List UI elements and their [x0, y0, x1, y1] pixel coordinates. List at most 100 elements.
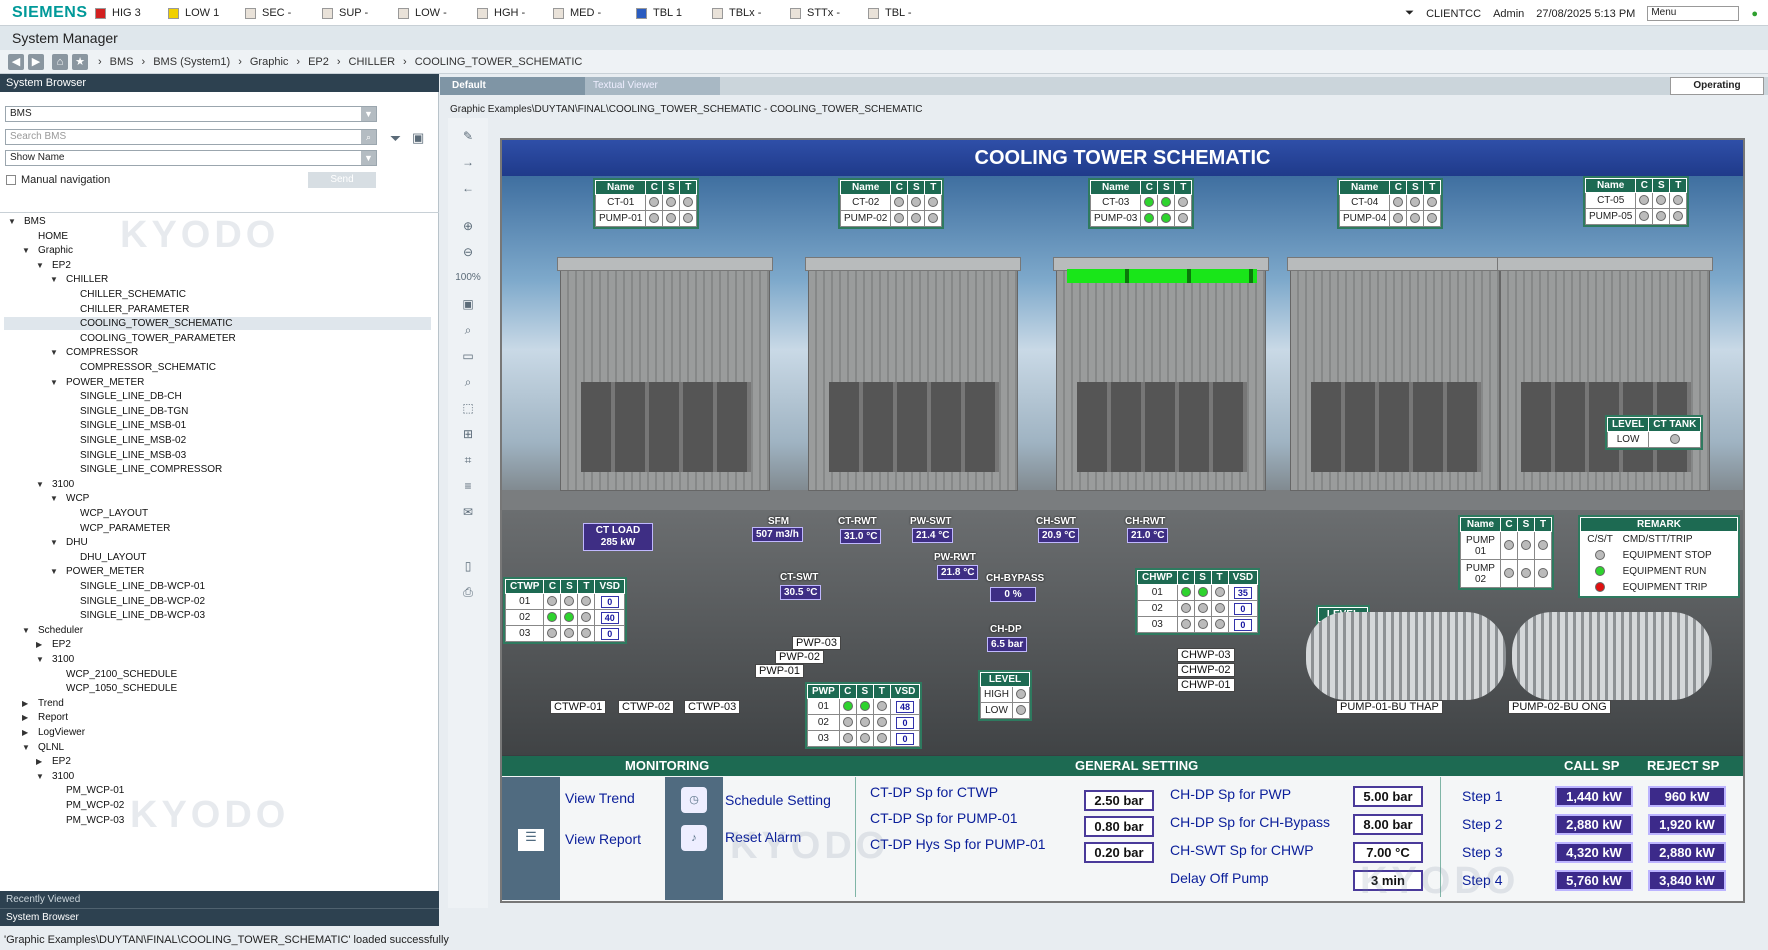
tree-item[interactable]: SINGLE_LINE_DB-WCP-03 — [80, 610, 205, 621]
search-icon[interactable]: ⌕ — [460, 322, 476, 338]
alarm-filter-2[interactable]: SEC - — [245, 5, 291, 21]
sfm-value[interactable]: 507 m3/h — [752, 527, 803, 542]
setting-value[interactable]: 0.20 bar — [1084, 842, 1154, 863]
tree-item[interactable]: COMPRESSOR — [66, 347, 138, 358]
alarm-filter-10[interactable]: TBL - — [868, 5, 912, 21]
pump-01-bu-thap-tag[interactable]: PUMP-01-BU THAP — [1336, 700, 1443, 714]
call-sp-value[interactable]: 4,320 kW — [1555, 842, 1633, 863]
ctwp-02-tag[interactable]: CTWP-02 — [618, 700, 675, 714]
zoom-level[interactable]: 100% — [454, 270, 482, 286]
cooling-tower-1[interactable] — [557, 257, 773, 491]
zoom-in-icon[interactable]: ⊕ — [460, 218, 476, 234]
ch-rwt-value[interactable]: 21.0 °C — [1127, 528, 1169, 543]
tree-item[interactable]: WCP_2100_SCHEDULE — [66, 669, 177, 680]
alarm-filter-3[interactable]: SUP - — [322, 5, 368, 21]
vsd-value[interactable]: 0 — [1233, 602, 1252, 615]
comment-icon[interactable]: ✉ — [460, 504, 476, 520]
ch-swt-value[interactable]: 20.9 °C — [1038, 528, 1080, 543]
tree-item[interactable]: SINGLE_LINE_COMPRESSOR — [80, 464, 222, 475]
tree-item[interactable]: PM_WCP-02 — [66, 800, 124, 811]
tree-item[interactable]: 3100 — [52, 479, 74, 490]
report-icon[interactable]: ☰ — [518, 829, 544, 851]
ch-dp-value[interactable]: 6.5 bar — [987, 637, 1028, 652]
pump-02-bu-ong-tag[interactable]: PUMP-02-BU ONG — [1508, 700, 1611, 714]
call-sp-value[interactable]: 2,880 kW — [1555, 814, 1633, 835]
tree-item[interactable]: 3100 — [52, 771, 74, 782]
chwp-02-tag[interactable]: CHWP-02 — [1177, 663, 1235, 677]
table-row[interactable]: PUMP-02 — [839, 210, 943, 227]
pen-icon[interactable]: ✎ — [460, 128, 476, 144]
alarm-filter-1[interactable]: LOW 1 — [168, 5, 219, 21]
tree-toggle-icon[interactable]: ▼ — [50, 567, 58, 576]
vsd-value[interactable]: 0 — [600, 595, 619, 608]
table-row[interactable]: PUMP-04 — [1338, 210, 1442, 227]
list-icon[interactable]: ≡ — [460, 478, 476, 494]
tree-item[interactable]: POWER_METER — [66, 377, 144, 388]
tree-item[interactable]: POWER_METER — [66, 566, 144, 577]
tree-toggle-icon[interactable]: ▼ — [36, 772, 44, 781]
reject-sp-value[interactable]: 2,880 kW — [1648, 842, 1726, 863]
setting-value[interactable]: 8.00 bar — [1353, 814, 1423, 835]
select-area-icon[interactable]: ⬚ — [460, 400, 476, 416]
filter-icon[interactable]: ⏷ — [390, 130, 401, 147]
table-row[interactable]: PUMP-05 — [1584, 208, 1688, 225]
table-row[interactable]: PUMP 01 — [1460, 531, 1552, 560]
tree-item[interactable]: CHILLER — [66, 274, 108, 285]
fit-icon[interactable]: ▣ — [460, 296, 476, 312]
table-row[interactable]: 03 0 — [807, 730, 921, 747]
filter-icon[interactable]: ⏷ — [1405, 7, 1414, 20]
tree-toggle-icon[interactable]: ▶ — [36, 757, 42, 766]
crop-icon[interactable]: ⌗ — [460, 452, 476, 468]
tree-item[interactable]: COMPRESSOR_SCHEMATIC — [80, 362, 216, 373]
clock-icon[interactable]: ◷ — [681, 787, 707, 813]
tree-toggle-icon[interactable]: ▼ — [22, 626, 30, 635]
tree-item[interactable]: SINGLE_LINE_DB-WCP-01 — [80, 581, 205, 592]
tree-item[interactable]: BMS — [24, 216, 46, 227]
tree-toggle-icon[interactable]: ▼ — [8, 217, 16, 226]
save-icon[interactable]: ▣ — [412, 130, 424, 146]
tree-item[interactable]: COOLING_TOWER_SCHEMATIC — [80, 318, 232, 329]
table-row[interactable]: 02 40 — [504, 609, 626, 626]
breadcrumb-item[interactable]: CHILLER — [349, 56, 395, 68]
schedule-setting-link[interactable]: Schedule Setting — [725, 792, 831, 808]
favorite-star-icon[interactable]: ★ — [72, 54, 88, 70]
table-row[interactable]: 01 48 — [807, 698, 921, 715]
back-icon[interactable]: ◀ — [8, 54, 24, 70]
window-icon[interactable]: ▭ — [460, 348, 476, 364]
tree-item[interactable]: WCP — [66, 493, 89, 504]
name-display-select[interactable]: Show Name ▼ — [5, 150, 377, 166]
alarm-filter-9[interactable]: STTx - — [790, 5, 840, 21]
tree-toggle-icon[interactable]: ▼ — [50, 348, 58, 357]
tree-item[interactable]: SINGLE_LINE_DB-TGN — [80, 406, 188, 417]
tree-toggle-icon[interactable]: ▼ — [22, 743, 30, 752]
arrow-left-icon[interactable]: ← — [460, 180, 476, 196]
cooling-tower-3[interactable] — [1053, 257, 1269, 491]
setting-value[interactable]: 5.00 bar — [1353, 786, 1423, 807]
search-icon[interactable]: ⌕ — [361, 130, 376, 144]
tree-toggle-icon[interactable]: ▼ — [50, 538, 58, 547]
reject-sp-value[interactable]: 960 kW — [1648, 786, 1726, 807]
layers-icon[interactable]: ⊞ — [460, 426, 476, 442]
tree-item[interactable]: QLNL — [38, 742, 64, 753]
table-row[interactable]: 02 0 — [1137, 600, 1259, 617]
tree-toggle-icon[interactable]: ▼ — [36, 655, 44, 664]
breadcrumb-item[interactable]: Graphic — [250, 56, 289, 68]
pwp-01-tag[interactable]: PWP-01 — [755, 664, 804, 678]
vsd-value[interactable]: 0 — [1233, 618, 1252, 631]
reject-sp-value[interactable]: 3,840 kW — [1648, 870, 1726, 891]
tree-item[interactable]: Report — [38, 712, 68, 723]
call-sp-value[interactable]: 1,440 kW — [1555, 786, 1633, 807]
tree-item[interactable]: CHILLER_PARAMETER — [80, 304, 189, 315]
vsd-value[interactable]: 0 — [896, 716, 915, 729]
tree-item[interactable]: Scheduler — [38, 625, 83, 636]
tree-item[interactable]: WCP_LAYOUT — [80, 508, 148, 519]
table-row[interactable]: CT-05 — [1584, 192, 1688, 209]
ctwp-01-tag[interactable]: CTWP-01 — [550, 700, 607, 714]
tree-item[interactable]: LogViewer — [38, 727, 85, 738]
tree-item[interactable]: HOME — [38, 231, 68, 242]
tree-item[interactable]: SINGLE_LINE_MSB-02 — [80, 435, 186, 446]
system-browser-footer[interactable]: System Browser — [0, 908, 439, 926]
vsd-value[interactable]: 0 — [896, 732, 915, 745]
operating-mode-button[interactable]: Operating — [1670, 77, 1764, 95]
tree-toggle-icon[interactable]: ▶ — [22, 728, 28, 737]
